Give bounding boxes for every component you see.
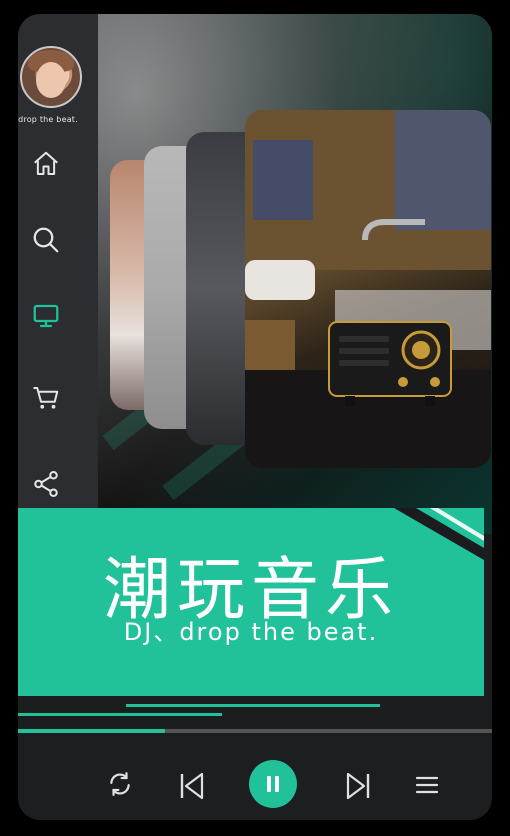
previous-icon	[180, 772, 204, 800]
app-window: drop the beat. 潮玩音乐 DJ、drop the beat.	[18, 14, 492, 820]
featured-album-card[interactable]	[245, 110, 491, 468]
decorative-line	[126, 704, 380, 707]
nav-cart[interactable]	[30, 382, 62, 414]
playback-progress[interactable]	[18, 729, 492, 733]
nav-monitor[interactable]	[30, 300, 62, 332]
menu-icon	[415, 776, 439, 794]
monitor-icon	[33, 304, 59, 328]
progress-fill	[18, 729, 165, 733]
profile-caption: drop the beat.	[18, 115, 78, 124]
decorative-line	[18, 713, 222, 716]
search-icon	[33, 227, 59, 253]
nav-search[interactable]	[30, 224, 62, 256]
banner-subtitle: DJ、drop the beat.	[123, 618, 379, 646]
share-icon	[34, 471, 58, 497]
pause-icon	[267, 776, 279, 792]
next-button[interactable]	[344, 770, 372, 802]
player-controls	[18, 736, 492, 820]
avatar[interactable]	[20, 46, 82, 108]
pause-button[interactable]	[249, 760, 297, 808]
nav-home[interactable]	[30, 148, 62, 180]
playlist-menu-button[interactable]	[414, 772, 440, 798]
home-icon	[34, 151, 58, 175]
previous-button[interactable]	[178, 770, 206, 802]
repeat-button[interactable]	[106, 770, 134, 798]
cart-icon	[33, 387, 59, 409]
repeat-icon	[110, 772, 130, 796]
promo-banner[interactable]: 潮玩音乐 DJ、drop the beat.	[18, 508, 484, 696]
radio-photo	[245, 110, 491, 468]
nav-share[interactable]	[30, 468, 62, 500]
next-icon	[346, 772, 370, 800]
sidebar: drop the beat.	[18, 14, 98, 508]
